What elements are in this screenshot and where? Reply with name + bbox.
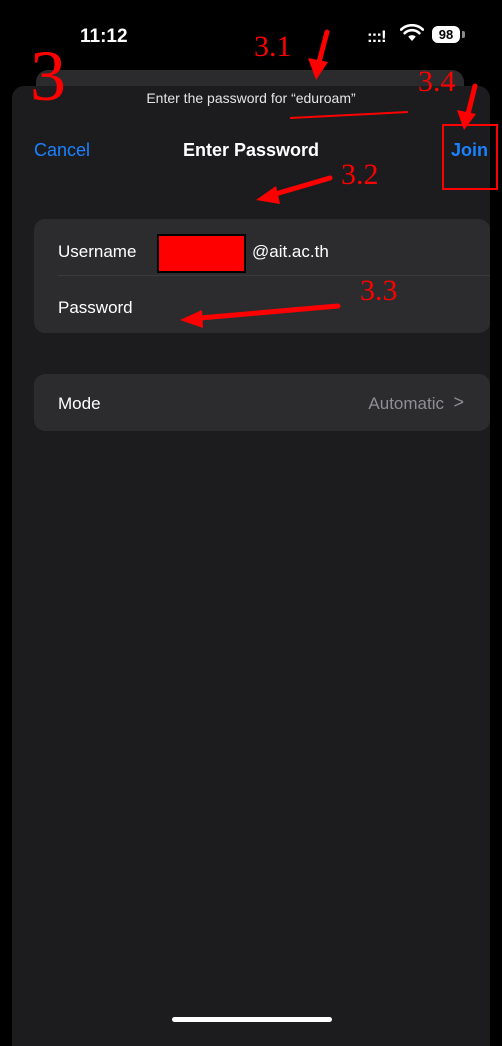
annotation-underline (289, 111, 409, 119)
annotation-arrow-3-3 (197, 303, 341, 321)
annotation-arrows (180, 29, 478, 328)
annotation-arrowhead-3-3 (180, 310, 203, 328)
annotation-arrowhead-3-2 (256, 186, 280, 204)
annotation-arrowhead-3-4 (457, 110, 476, 130)
annotation-arrowhead-3-1 (308, 58, 328, 80)
annotation-arrow-3-2 (269, 175, 333, 198)
